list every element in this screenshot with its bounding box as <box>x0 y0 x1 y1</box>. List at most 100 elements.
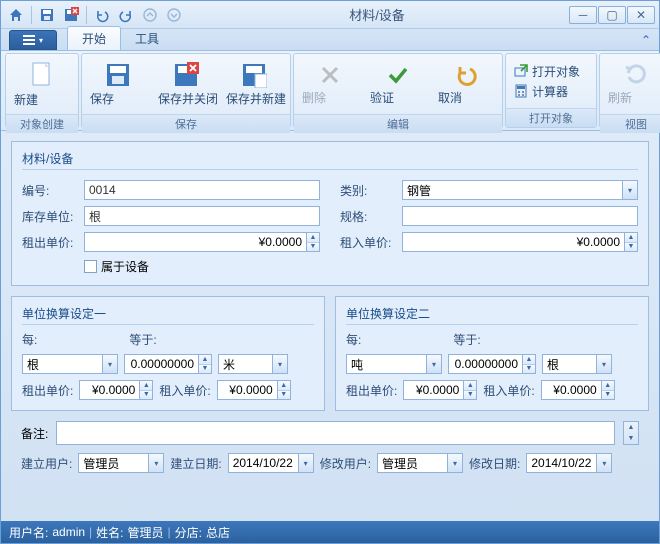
new-button[interactable]: 新建 <box>10 56 74 112</box>
panel-conv2: 单位换算设定二 每: 等于: ▾ ▲▼ ▾ 租出单价: ▲▼ 租入单价: ▲▼ <box>335 296 649 411</box>
conv1-rentin[interactable] <box>217 380 277 400</box>
window-title: 材料/设备 <box>185 5 569 24</box>
undo-icon <box>94 7 110 23</box>
maximize-button[interactable]: ▢ <box>598 6 626 24</box>
qat-redo-button[interactable] <box>115 4 137 26</box>
conv2-rentout[interactable] <box>403 380 463 400</box>
create-user-label: 建立用户: <box>21 455 72 472</box>
open-arrow-icon <box>514 64 528 78</box>
qat-save-button[interactable] <box>36 4 58 26</box>
remark-scrollbar[interactable]: ▲▼ <box>623 421 639 445</box>
conv2-rentout-label: 租出单价: <box>346 382 397 399</box>
qat-next-button[interactable] <box>163 4 185 26</box>
cancel-button[interactable]: 取消 <box>434 56 498 112</box>
undo-arrow-icon <box>454 63 478 87</box>
conv1-eq-spin[interactable]: ▲▼ <box>198 354 212 374</box>
close-window-button[interactable]: ✕ <box>627 6 655 24</box>
list-icon <box>23 35 35 45</box>
storeunit-input[interactable] <box>84 206 320 226</box>
code-label: 编号: <box>22 182 78 199</box>
delete-button[interactable]: 删除 <box>298 56 362 112</box>
tab-tools[interactable]: 工具 <box>121 27 173 50</box>
ribbon: 新建 对象创建 保存 保存并关闭 保存并新建 保存 <box>1 51 659 131</box>
conv1-rentout[interactable] <box>79 380 139 400</box>
refresh-icon <box>624 63 648 87</box>
group-save: 保存 保存并关闭 保存并新建 保存 <box>81 53 291 128</box>
category-input[interactable] <box>402 180 622 200</box>
rentout-input[interactable] <box>84 232 306 252</box>
conv2-equnit-dd[interactable]: ▾ <box>596 354 612 374</box>
up-circle-icon <box>142 7 158 23</box>
code-input[interactable] <box>84 180 320 200</box>
conv2-per-dd[interactable]: ▾ <box>426 354 442 374</box>
conv2-rentin[interactable] <box>541 380 601 400</box>
create-date-label: 建立日期: <box>170 455 221 472</box>
tab-start[interactable]: 开始 <box>67 26 121 50</box>
save-new-icon <box>241 62 267 88</box>
rentin-label: 租入单价: <box>340 234 396 251</box>
create-user-input[interactable] <box>78 453 148 473</box>
conv1-equnit-dd[interactable]: ▾ <box>272 354 288 374</box>
conv2-title: 单位换算设定二 <box>346 303 638 325</box>
conv1-rentout-label: 租出单价: <box>22 382 73 399</box>
statusbar: 用户名: admin | 姓名: 管理员 | 分店: 总店 <box>1 521 659 543</box>
conv2-per-label: 每: <box>346 331 361 348</box>
refresh-button[interactable]: 刷新 <box>604 56 660 112</box>
qat-prev-button[interactable] <box>139 4 161 26</box>
conv1-per-label: 每: <box>22 331 37 348</box>
delete-icon <box>318 63 342 87</box>
qat-undo-button[interactable] <box>91 4 113 26</box>
validate-button[interactable]: 验证 <box>366 56 430 112</box>
isdevice-checkbox[interactable]: 属于设备 <box>84 258 149 275</box>
conv1-per-dd[interactable]: ▾ <box>102 354 118 374</box>
conv1-rentin-label: 租入单价: <box>159 382 210 399</box>
save-close-button[interactable]: 保存并关闭 <box>154 56 218 112</box>
category-label: 类别: <box>340 182 396 199</box>
remark-input[interactable] <box>56 421 615 445</box>
conv1-eq-val[interactable] <box>124 354 198 374</box>
redo-icon <box>118 7 134 23</box>
qat-save-close-button[interactable] <box>60 4 82 26</box>
calculator-icon <box>514 84 528 98</box>
panel-main: 材料/设备 编号: 库存单位: 租出单价: ▲▼ <box>11 141 649 286</box>
save-new-button[interactable]: 保存并新建 <box>222 56 286 112</box>
rentin-input[interactable] <box>402 232 624 252</box>
storeunit-label: 库存单位: <box>22 208 78 225</box>
remark-label: 备注: <box>21 425 48 442</box>
mod-user-input[interactable] <box>377 453 447 473</box>
status-user: admin <box>52 525 85 539</box>
mod-date-input[interactable] <box>526 453 596 473</box>
group-edit: 删除 验证 取消 编辑 <box>293 53 503 128</box>
conv2-eq-spin[interactable]: ▲▼ <box>522 354 536 374</box>
new-doc-icon <box>30 61 54 89</box>
rentout-spinner[interactable]: ▲▼ <box>306 232 320 252</box>
panel-main-title: 材料/设备 <box>22 148 638 170</box>
conv1-title: 单位换算设定一 <box>22 303 314 325</box>
group-open: 打开对象 计算器 打开对象 <box>505 53 597 128</box>
qat-home-button[interactable] <box>5 4 27 26</box>
file-tab[interactable]: ▾ <box>9 30 57 50</box>
mod-date-label: 修改日期: <box>469 455 520 472</box>
save-close-icon <box>63 7 79 23</box>
conv1-per-unit[interactable] <box>22 354 102 374</box>
minimize-button[interactable]: ─ <box>569 6 597 24</box>
open-object-button[interactable]: 打开对象 <box>510 61 592 81</box>
conv2-eq-unit[interactable] <box>542 354 596 374</box>
rentin-spinner[interactable]: ▲▼ <box>624 232 638 252</box>
ribbon-collapse-button[interactable]: ⌃ <box>639 33 653 47</box>
conv1-eq-unit[interactable] <box>218 354 272 374</box>
home-icon <box>8 7 24 23</box>
spec-input[interactable] <box>402 206 638 226</box>
conv2-per-unit[interactable] <box>346 354 426 374</box>
panel-conv1: 单位换算设定一 每: 等于: ▾ ▲▼ ▾ 租出单价: ▲▼ 租入单价: ▲▼ <box>11 296 325 411</box>
spec-label: 规格: <box>340 208 396 225</box>
category-dropdown-button[interactable]: ▾ <box>622 180 638 200</box>
save-button[interactable]: 保存 <box>86 56 150 112</box>
down-circle-icon <box>166 7 182 23</box>
conv2-eq-val[interactable] <box>448 354 522 374</box>
status-branch: 总店 <box>206 524 230 541</box>
conv2-rentin-label: 租入单价: <box>483 382 534 399</box>
calculator-button[interactable]: 计算器 <box>510 81 592 101</box>
rentout-label: 租出单价: <box>22 234 78 251</box>
create-date-input[interactable] <box>228 453 298 473</box>
